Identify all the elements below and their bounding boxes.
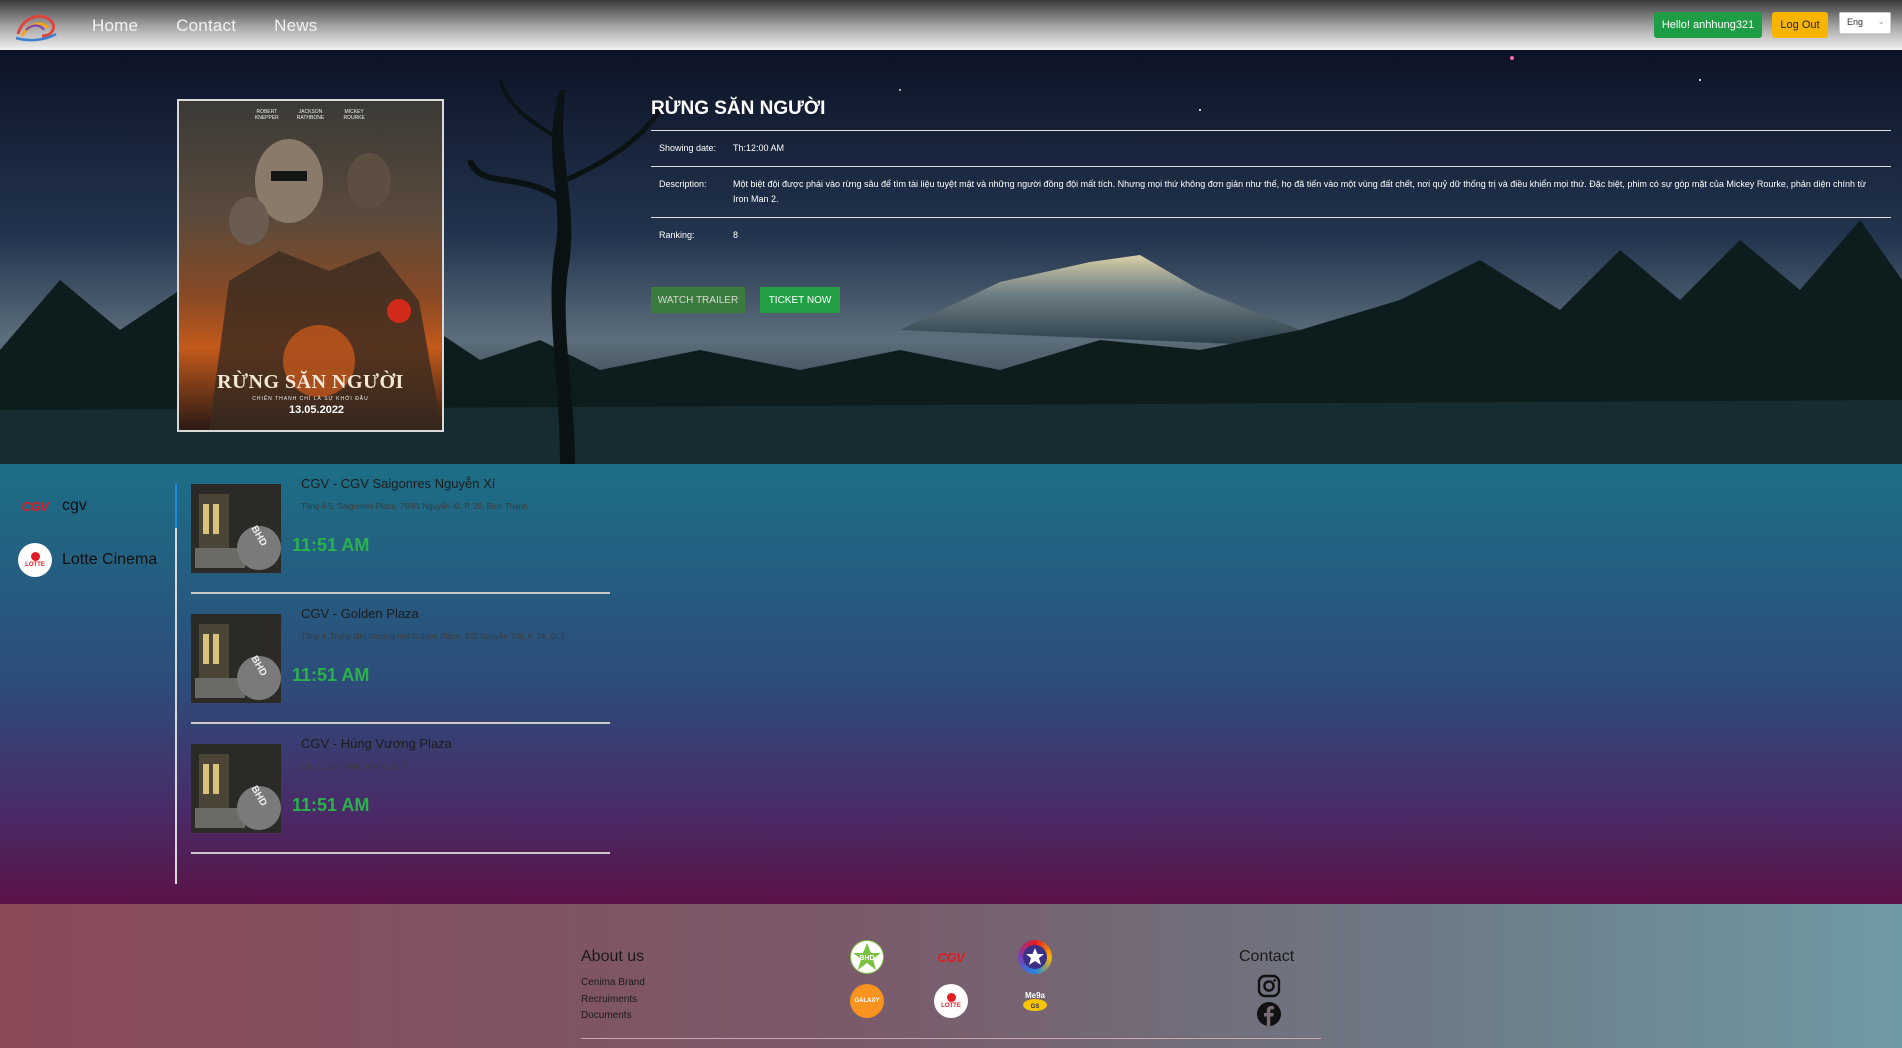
info-label: Description: bbox=[659, 179, 707, 189]
partner-logo-cinestar[interactable] bbox=[1018, 940, 1052, 974]
cinestar-star-icon bbox=[1023, 945, 1047, 969]
cinema-thumbnail: BHD bbox=[191, 744, 281, 833]
footer-divider bbox=[581, 1038, 1321, 1039]
top-header: Home Contact News Hello! anhhung321 Log … bbox=[0, 0, 1902, 50]
svg-text:GS: GS bbox=[1031, 1004, 1040, 1010]
cgv-logo-icon: CGV bbox=[18, 489, 52, 523]
chevron-down-icon: ⌄ bbox=[1877, 16, 1885, 26]
cinema-thumbnail-image: BHD bbox=[191, 614, 281, 703]
ticket-now-button[interactable]: TICKET NOW bbox=[760, 287, 840, 313]
facebook-icon[interactable] bbox=[1256, 1001, 1282, 1027]
cgv-logo-icon: CGV bbox=[937, 949, 965, 965]
movie-info-table: Showing date: Th:12:00 AM Description: M… bbox=[651, 130, 1891, 253]
info-label: Ranking: bbox=[659, 230, 695, 240]
cinema-address: Lầu 7, 126 Hùng Vương, Q. 5 bbox=[301, 762, 407, 771]
poster-title: RỪNG SĂN NGƯỜI bbox=[217, 371, 404, 393]
galaxy-logo-icon: GALAXY bbox=[854, 998, 880, 1004]
cinema-thumbnail-image: BHD bbox=[191, 744, 281, 833]
page-footer: About us Cenima Brand Recruiments Docume… bbox=[0, 904, 1902, 1048]
brand-tab-cgv[interactable]: CGV cgv bbox=[18, 488, 87, 524]
lotte-logo-circle: LOTTE bbox=[18, 543, 52, 577]
cinema-item[interactable]: BHD CGV - Hùng Vương Plaza Lầu 7, 126 Hù… bbox=[191, 724, 610, 854]
partner-logo-galaxy[interactable]: GALAXY bbox=[850, 984, 884, 1018]
bhd-star-icon: BHD bbox=[851, 941, 883, 973]
showtime-link[interactable]: 11:51 AM bbox=[292, 535, 369, 556]
cinema-item[interactable]: BHD CGV - Golden Plaza Tầng 4, Trung tâm… bbox=[191, 594, 610, 724]
partner-logo-cgv[interactable]: CGV bbox=[934, 940, 968, 974]
cinema-name: CGV - Golden Plaza bbox=[301, 606, 419, 621]
svg-text:Me9a: Me9a bbox=[1025, 991, 1046, 1000]
lotte-logo-text: LOTTE bbox=[941, 1003, 961, 1009]
nav-contact[interactable]: Contact bbox=[176, 16, 236, 36]
info-label: Showing date: bbox=[659, 143, 717, 153]
partner-logo-bhd[interactable]: BHD bbox=[850, 940, 884, 974]
cgv-logo-text: CGV bbox=[21, 498, 49, 514]
cinema-item[interactable]: BHD CGV - CGV Saigonres Nguyễn Xí Tầng 4… bbox=[191, 464, 610, 594]
cinema-thumbnail: BHD bbox=[191, 614, 281, 703]
language-value: Eng bbox=[1847, 17, 1864, 27]
watch-trailer-button[interactable]: WATCH TRAILER bbox=[651, 287, 745, 313]
info-row-showing-date: Showing date: Th:12:00 AM bbox=[651, 130, 1891, 166]
user-greeting-button[interactable]: Hello! anhhung321 bbox=[1654, 12, 1762, 38]
poster-release-date: 13.05.2022 bbox=[289, 404, 345, 416]
svg-text:BHD: BHD bbox=[859, 955, 874, 962]
nav-news[interactable]: News bbox=[274, 16, 317, 36]
movie-poster[interactable]: ROBERT KNEPPER JACKSON RATHBONE MICKEY R… bbox=[177, 99, 444, 432]
info-row-ranking: Ranking: 8 bbox=[651, 217, 1891, 253]
cinema-address: Tầng 4-5, Saigonres Plaza, 79/81 Nguyễn … bbox=[301, 502, 528, 511]
site-logo[interactable] bbox=[12, 8, 60, 42]
brand-name: Lotte Cinema bbox=[62, 551, 158, 568]
cinema-address: Tầng 4, Trung tâm thương mại Golden Plaz… bbox=[301, 632, 565, 641]
footer-link-cinema-brand[interactable]: Cenima Brand bbox=[581, 975, 645, 992]
info-value: Một biệt đội được phái vào rừng sâu để t… bbox=[733, 179, 1866, 204]
movie-title: RỪNG SĂN NGƯỜI bbox=[651, 98, 826, 119]
cinema-name: CGV - CGV Saigonres Nguyễn Xí bbox=[301, 476, 496, 491]
lotte-logo-dot bbox=[30, 552, 40, 561]
lotte-logo-icon: LOTTE bbox=[936, 986, 966, 1016]
cinema-name: CGV - Hùng Vương Plaza bbox=[301, 736, 452, 751]
cinema-thumbnail: BHD bbox=[191, 484, 281, 573]
showtime-link[interactable]: 11:51 AM bbox=[292, 795, 369, 816]
instagram-icon[interactable] bbox=[1256, 973, 1282, 999]
brand-name: cgv bbox=[62, 497, 87, 514]
lotte-logo-icon: LOTTE bbox=[18, 543, 52, 577]
info-row-description: Description: Một biệt đội được phái vào … bbox=[651, 166, 1891, 217]
brand-divider bbox=[175, 484, 177, 884]
nav-home[interactable]: Home bbox=[92, 16, 138, 36]
language-select[interactable]: Eng ⌄ bbox=[1839, 12, 1891, 34]
showtime-link[interactable]: 11:51 AM bbox=[292, 665, 369, 686]
about-us-heading: About us bbox=[581, 948, 645, 965]
mega-gs-icon: Me9a GS bbox=[1023, 991, 1047, 1011]
footer-link-recruitments[interactable]: Recruiments bbox=[581, 992, 645, 1009]
cinema-thumbnail-image: BHD bbox=[191, 484, 281, 573]
info-value: Th:12:00 AM bbox=[733, 143, 785, 153]
main-nav: Home Contact News bbox=[92, 16, 317, 36]
partner-logo-lotte[interactable]: LOTTE bbox=[934, 984, 968, 1018]
footer-link-documents[interactable]: Documents bbox=[581, 1008, 645, 1025]
poster-tagline: CHIẾN THANH CHỈ LÀ SỰ KHỞI ĐẦU bbox=[252, 396, 369, 402]
showtimes-section: CGV cgv LOTTE Lotte Cinema BHD CGV - CGV bbox=[0, 464, 1902, 904]
lotte-logo-dot bbox=[946, 993, 956, 1002]
active-brand-indicator bbox=[175, 484, 177, 528]
brand-tab-lotte[interactable]: LOTTE Lotte Cinema bbox=[18, 542, 157, 578]
movie-detail-hero: ROBERT KNEPPER JACKSON RATHBONE MICKEY R… bbox=[0, 50, 1902, 464]
about-us-links: Cenima Brand Recruiments Documents bbox=[581, 975, 645, 1025]
contact-heading: Contact bbox=[1239, 948, 1295, 965]
logout-button[interactable]: Log Out bbox=[1772, 12, 1828, 38]
info-value: 8 bbox=[733, 230, 739, 240]
lotte-logo-text: LOTTE bbox=[25, 562, 45, 568]
partner-logo-mega[interactable]: Me9a GS bbox=[1018, 984, 1052, 1018]
